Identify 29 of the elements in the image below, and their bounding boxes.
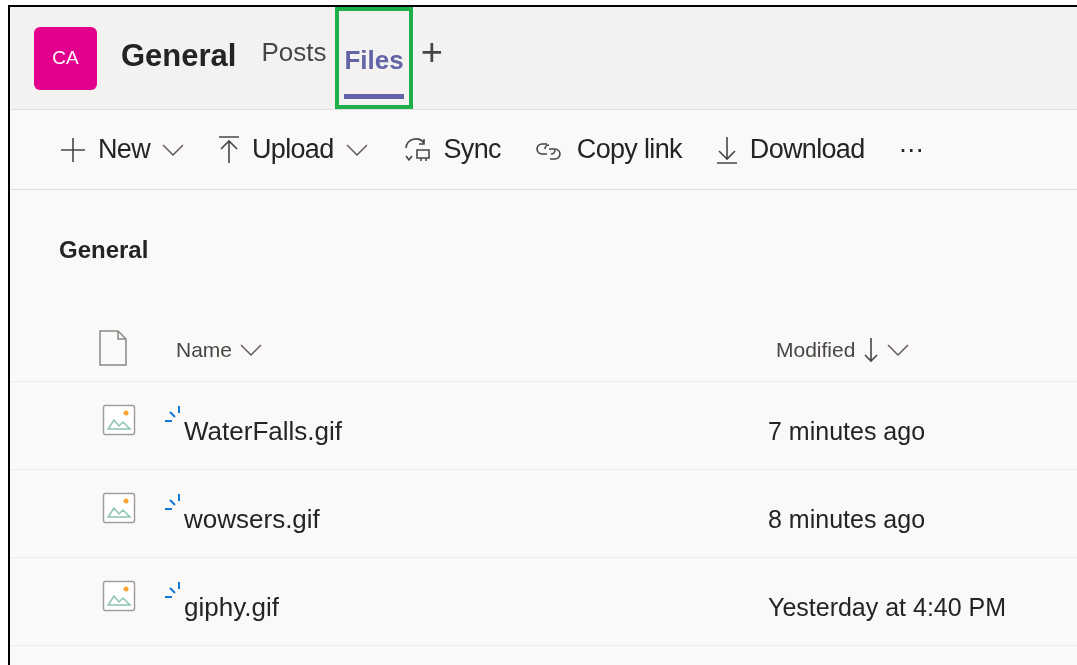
- download-icon: [715, 135, 738, 164]
- image-file-icon: [102, 578, 136, 613]
- channel-title: General: [121, 36, 237, 75]
- toolbar-button[interactable]: Sync: [401, 129, 501, 170]
- toolbar-button[interactable]: Upload: [218, 129, 368, 170]
- add-tab-button[interactable]: +: [412, 0, 451, 109]
- toolbar-button[interactable]: Download: [715, 129, 865, 170]
- chevron-down-icon: [240, 343, 263, 356]
- plus-icon: [60, 136, 86, 163]
- tab[interactable]: Posts: [261, 32, 327, 72]
- modified-time: 7 minutes ago: [768, 415, 926, 447]
- image-file-icon: [102, 402, 136, 437]
- toolbar-button[interactable]: Copy link: [534, 129, 682, 170]
- image-file-icon: [102, 490, 136, 525]
- file-name[interactable]: WaterFalls.gif: [184, 412, 342, 451]
- file-name[interactable]: giphy.gif: [184, 588, 279, 627]
- tab[interactable]: Files: [344, 41, 404, 99]
- modified-time: Yesterday at 4:40 PM: [768, 591, 1007, 623]
- more-button[interactable]: ···: [898, 129, 924, 170]
- file-type-icon: [99, 330, 129, 366]
- chevron-down-icon: [887, 343, 910, 356]
- column-header[interactable]: Modified: [776, 334, 910, 366]
- column-header[interactable]: Name: [176, 334, 776, 366]
- upload-icon: [218, 135, 240, 164]
- file-name[interactable]: wowsers.gif: [184, 500, 320, 539]
- toolbar-button[interactable]: New: [60, 129, 184, 170]
- team-avatar: CA: [34, 26, 97, 90]
- modified-time: 8 minutes ago: [768, 503, 926, 535]
- section-title: General: [58, 235, 150, 265]
